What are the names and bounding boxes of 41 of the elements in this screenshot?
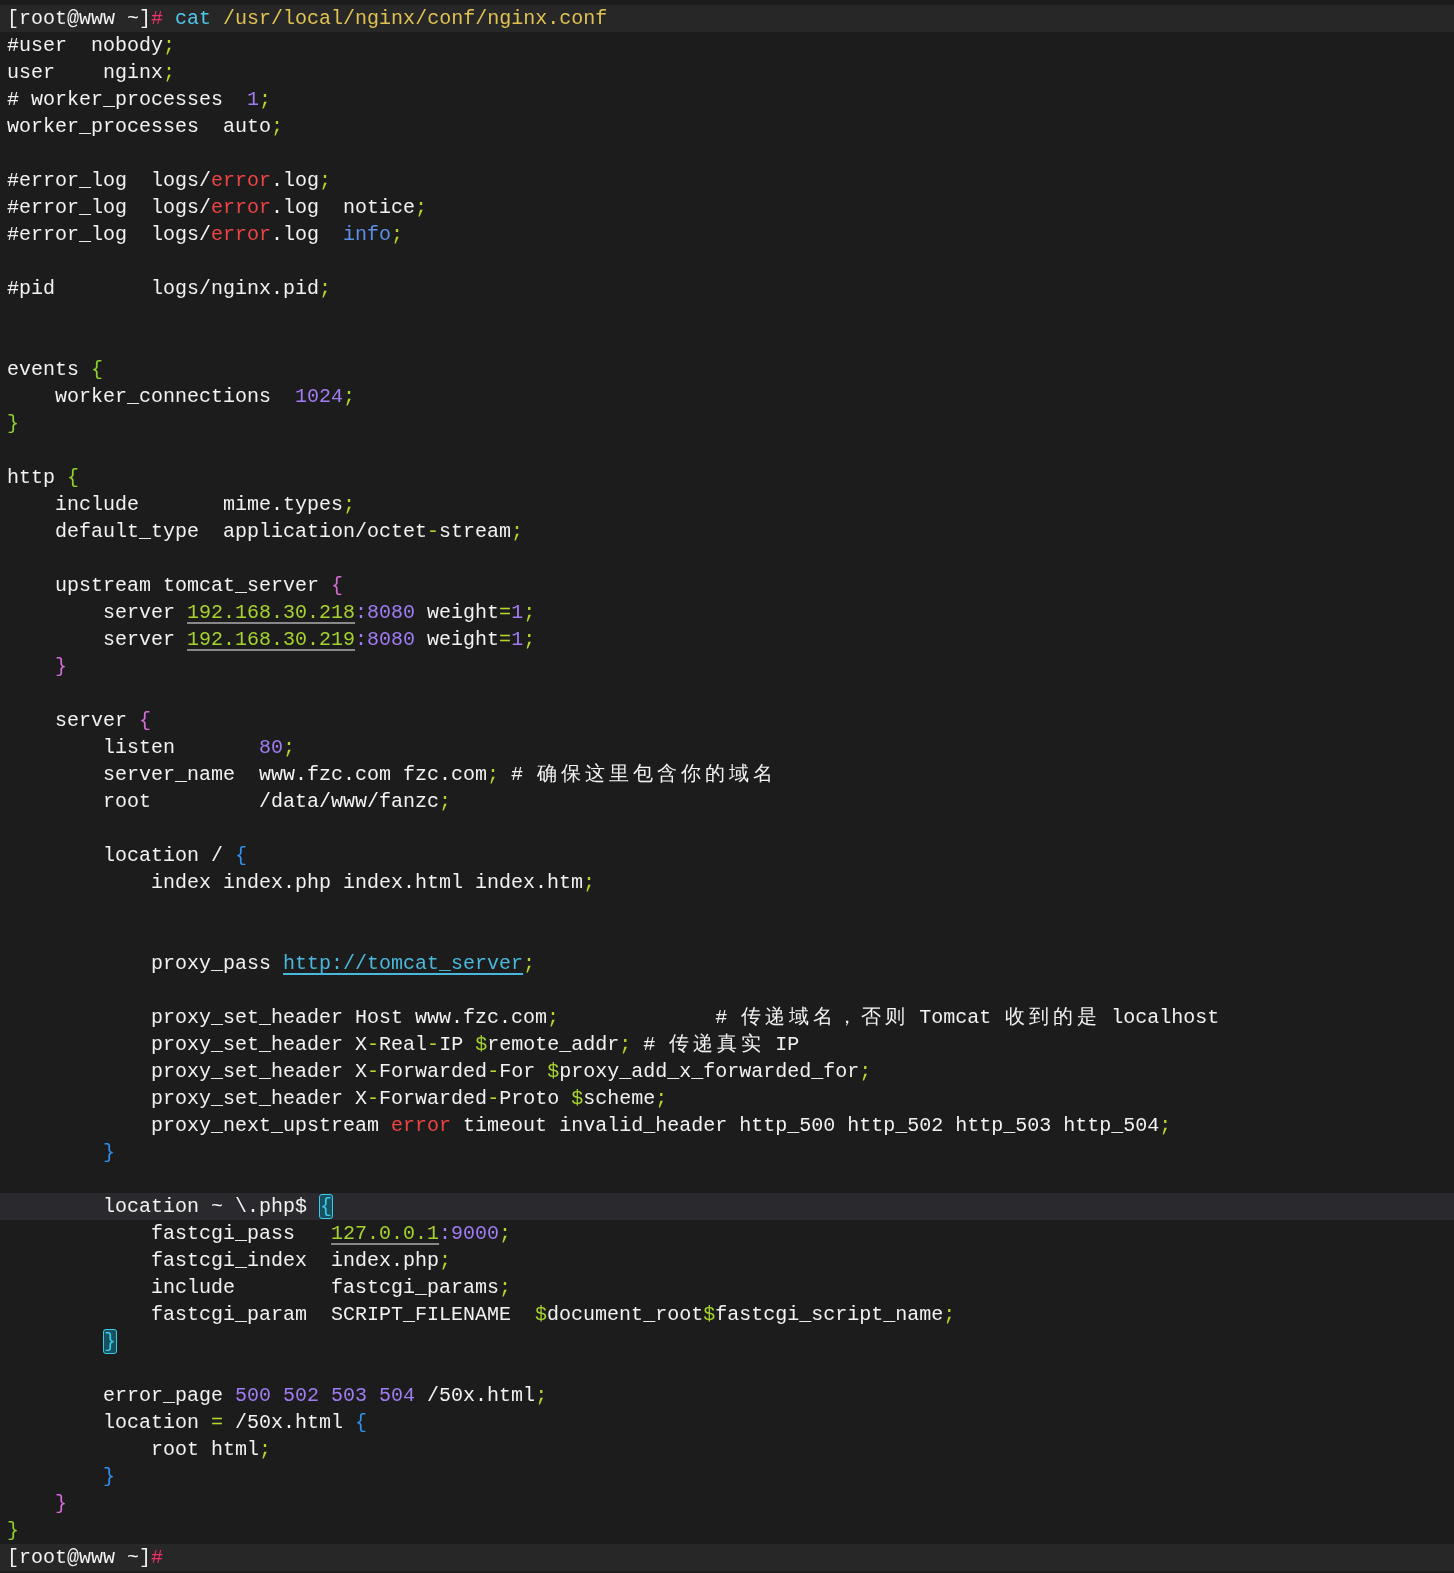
code-line: #user nobody; — [6, 33, 177, 59]
code-line: events { — [6, 357, 105, 383]
code-line: server { — [54, 708, 153, 734]
code-line: server 192.168.30.218:8080 weight=1; — [102, 600, 537, 626]
code-line: server_name www.fzc.com fzc.com; # 确保这里包含你的域名 — [102, 762, 775, 788]
code-line: } — [6, 1518, 20, 1544]
code-line: include fastcgi_params; — [150, 1275, 513, 1301]
code-line: worker_processes auto; — [6, 114, 285, 140]
code-line: index index.php index.html index.htm; — [150, 870, 597, 896]
code-line: } — [102, 1464, 117, 1490]
code-line: } — [54, 1491, 69, 1517]
code-line: user nginx; — [6, 60, 177, 86]
code-line: error_page 500 502 503 504 /50x.html; — [102, 1383, 549, 1409]
code-line: proxy_set_header X-Real-IP $remote_addr; # 传递真实 IP — [150, 1032, 801, 1058]
code-line: } — [102, 1140, 117, 1166]
code-line: #error_log logs/error.log notice; — [6, 195, 429, 221]
code-line: default_type application/octet-stream; — [54, 519, 525, 545]
code-line: server 192.168.30.219:8080 weight=1; — [102, 627, 537, 653]
code-line: } — [54, 654, 69, 680]
code-line: # worker_processes 1; — [6, 87, 273, 113]
code-line: root /data/www/fanzc; — [102, 789, 453, 815]
code-line: location = /50x.html { — [102, 1410, 369, 1436]
code-line: worker_connections 1024; — [54, 384, 357, 410]
code-line: #pid logs/nginx.pid; — [6, 276, 333, 302]
code-line: #error_log logs/error.log info; — [6, 222, 405, 248]
code-line: proxy_set_header X-Forwarded-Proto $scheme; — [150, 1086, 669, 1112]
code-line: proxy_pass http://tomcat_server; — [150, 951, 537, 977]
code-line: include mime.types; — [54, 492, 357, 518]
code-line: #error_log logs/error.log; — [6, 168, 333, 194]
code-line: proxy_next_upstream error timeout invalid_header http_500 http_502 http_503 http_504; — [150, 1113, 1173, 1139]
code-line: } — [6, 411, 20, 437]
code-line: upstream tomcat_server { — [54, 573, 345, 599]
code-line: fastcgi_param SCRIPT_FILENAME $document_root$fastcgi_script_name; — [150, 1302, 957, 1328]
code-line: location / { — [102, 843, 249, 869]
code-line: fastcgi_index index.php; — [150, 1248, 453, 1274]
code-line: http { — [6, 465, 81, 491]
code-line: listen 80; — [102, 735, 297, 761]
code-line: root html; — [150, 1437, 273, 1463]
code-line: proxy_set_header Host www.fzc.com; # 传递域名，否则 Tomcat 收到的是 localhost — [150, 1005, 1221, 1031]
code-line: proxy_set_header X-Forwarded-For $proxy_add_x_forwarded_for; — [150, 1059, 873, 1085]
code-line: fastcgi_pass 127.0.0.1:9000; — [150, 1221, 513, 1247]
